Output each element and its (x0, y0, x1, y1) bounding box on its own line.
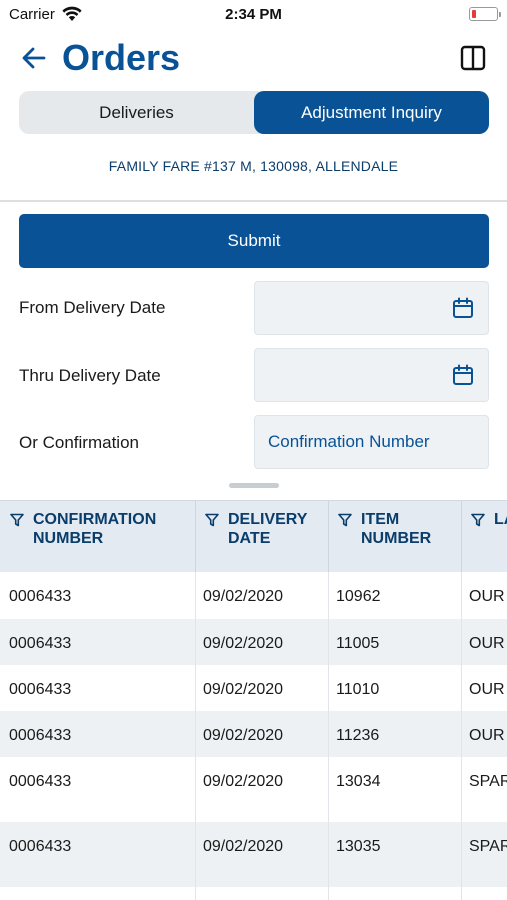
column-divider (195, 572, 196, 900)
adjustments-table: CONFIRMATION NUMBER DELIVERY DATE ITEM NUMB… (0, 500, 507, 900)
store-info: FAMILY FARE #137 M, 130098, ALLENDALE (108, 158, 399, 174)
cell-item-number: 11010 (336, 681, 380, 698)
filter-icon[interactable] (471, 513, 485, 527)
cell-la: SPAR (469, 838, 507, 855)
column-header-text: LA (494, 511, 507, 528)
column-header-text: NUMBER (33, 530, 104, 547)
column-header-text: DATE (228, 530, 271, 547)
tab-deliveries[interactable]: Deliveries (19, 91, 254, 134)
cell-item-number: 13035 (336, 838, 381, 855)
column-header-text: ITEM (361, 511, 400, 528)
cell-item-number: 10962 (336, 588, 381, 605)
column-header-la[interactable]: LA (461, 501, 507, 573)
confirmation-number-input[interactable]: Confirmation Number (254, 415, 489, 469)
cell-delivery-date: 09/02/2020 (203, 727, 284, 744)
table-row[interactable]: 0006433 09/02/2020 10962 OUR (0, 572, 507, 619)
drag-handle[interactable] (229, 483, 279, 488)
cell-confirmation-number: 0006433 (9, 838, 72, 855)
split-view-icon[interactable] (459, 44, 487, 72)
confirmation-label: Or Confirmation (19, 433, 139, 452)
confirmation-placeholder: Confirmation Number (268, 432, 430, 451)
column-header-text: CONFIRMATION (33, 511, 157, 528)
back-arrow-icon[interactable] (20, 44, 48, 72)
thru-delivery-date-field[interactable] (254, 348, 489, 402)
clock: 2:34 PM (225, 6, 282, 23)
column-header-text: DELIVERY (228, 511, 308, 528)
table-row[interactable]: 0006433 09/02/2020 13034 SPAR (0, 757, 507, 822)
thru-delivery-date-label: Thru Delivery Date (19, 366, 161, 385)
filter-icon[interactable] (10, 513, 24, 527)
filter-icon[interactable] (205, 513, 219, 527)
cell-delivery-date: 09/02/2020 (203, 681, 284, 698)
cell-delivery-date: 09/02/2020 (203, 635, 284, 652)
column-header-confirmation-number[interactable]: CONFIRMATION NUMBER (0, 501, 196, 573)
calendar-icon[interactable] (452, 364, 474, 386)
cell-item-number: 11005 (336, 635, 380, 652)
cell-delivery-date: 09/02/2020 (203, 773, 284, 790)
cell-item-number: 11236 (336, 727, 380, 744)
divider (0, 200, 507, 202)
table-row[interactable]: 0006433 09/02/2020 13035 SPAR (0, 822, 507, 887)
column-divider (328, 572, 329, 900)
segmented-control: Deliveries Adjustment Inquiry (19, 91, 489, 134)
cell-delivery-date: 09/02/2020 (203, 838, 284, 855)
cell-confirmation-number: 0006433 (9, 773, 72, 790)
filter-icon[interactable] (338, 513, 352, 527)
cell-la: OUR (469, 635, 505, 652)
column-divider (461, 572, 462, 900)
submit-button[interactable]: Submit (19, 214, 489, 268)
from-delivery-date-field[interactable] (254, 281, 489, 335)
cell-la: SPAR (469, 773, 507, 790)
battery-icon (469, 7, 501, 21)
column-header-text: NUMBER (361, 530, 432, 547)
calendar-icon[interactable] (452, 297, 474, 319)
tab-adjustment-inquiry[interactable]: Adjustment Inquiry (254, 91, 489, 134)
cell-confirmation-number: 0006433 (9, 588, 72, 605)
cell-la: OUR (469, 588, 505, 605)
table-header: CONFIRMATION NUMBER DELIVERY DATE ITEM NUMB… (0, 500, 507, 573)
cell-item-number: 13034 (336, 773, 381, 790)
table-row[interactable]: 0006433 09/02/2020 11236 OUR (0, 711, 507, 757)
status-bar: Carrier 2:34 PM (0, 0, 507, 30)
cell-confirmation-number: 0006433 (9, 635, 72, 652)
column-header-delivery-date[interactable]: DELIVERY DATE (195, 501, 329, 573)
cell-confirmation-number: 0006433 (9, 727, 72, 744)
cell-la: OUR (469, 727, 505, 744)
page-title: Orders (62, 37, 181, 78)
cell-la: OUR (469, 681, 505, 698)
nav-header: Orders (0, 30, 507, 90)
cell-delivery-date: 09/02/2020 (203, 588, 284, 605)
cell-confirmation-number: 0006433 (9, 681, 72, 698)
table-row[interactable]: 0006433 09/02/2020 11005 OUR (0, 619, 507, 665)
column-header-item-number[interactable]: ITEM NUMBER (328, 501, 462, 573)
from-delivery-date-label: From Delivery Date (19, 298, 166, 317)
table-row[interactable]: 0006433 09/02/2020 11010 OUR (0, 665, 507, 711)
